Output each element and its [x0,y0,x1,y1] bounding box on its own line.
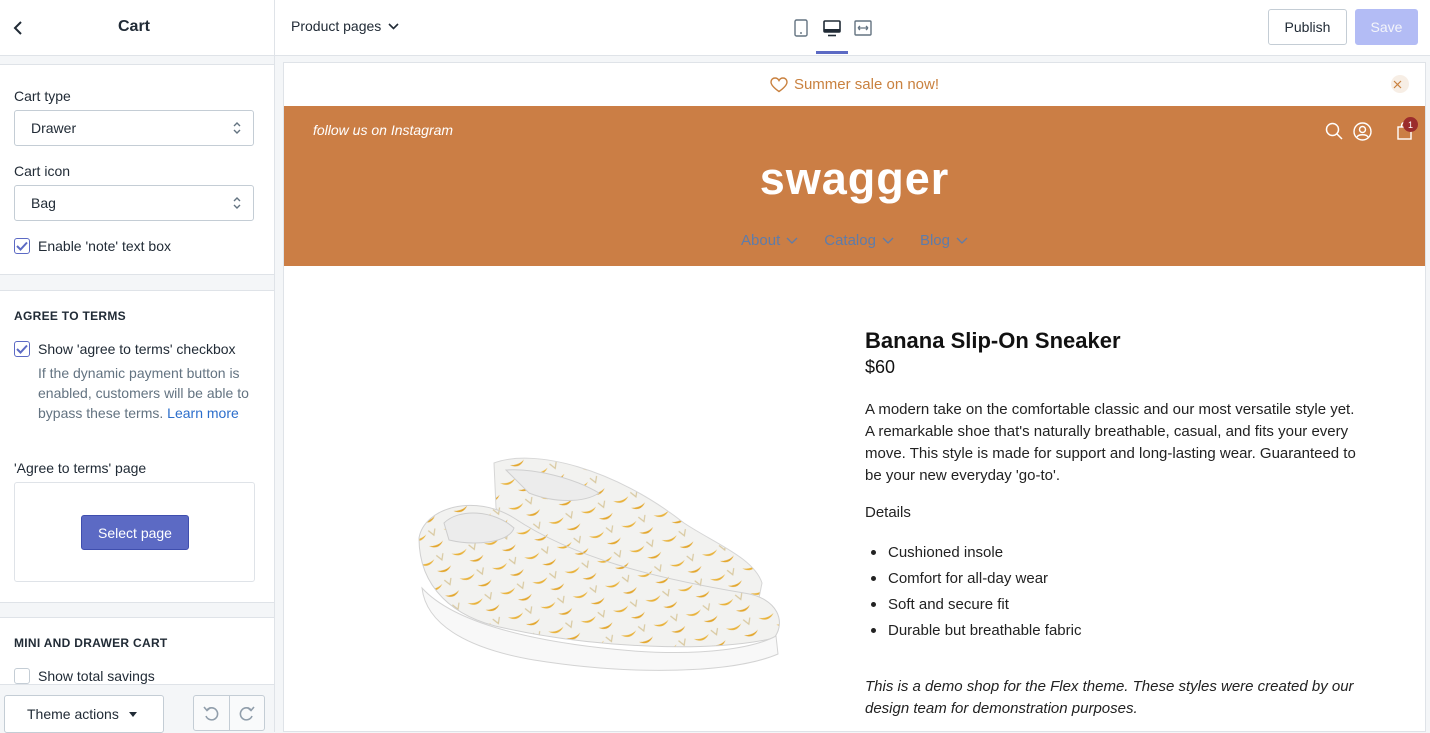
agree-terms-checkbox[interactable]: Show 'agree to terms' checkbox [14,339,236,359]
cart-icon-select[interactable]: Bag [14,185,254,221]
cart-icon-value: Bag [31,195,56,211]
caret-down-icon [128,711,137,717]
announcement-text: Summer sale on now! [793,76,940,93]
desktop-view-button[interactable] [819,16,845,40]
chevron-down-icon [882,237,894,244]
checkbox-box[interactable] [14,238,30,254]
instagram-link[interactable]: follow us on Instagram [313,122,453,138]
undo-redo-group [193,695,265,731]
select-arrows-icon [233,122,241,134]
agree-terms-help-text: If the dynamic payment button is enabled… [38,363,258,423]
store-logo[interactable]: swagger [284,153,1425,205]
account-button[interactable] [1352,121,1372,141]
agree-terms-checkbox-label: Show 'agree to terms' checkbox [38,341,236,357]
page-selector-label: Product pages [291,18,382,34]
select-page-button[interactable]: Select page [81,515,189,550]
heart-icon [770,76,788,92]
product-price: $60 [865,357,896,377]
cart-icon-label: Cart icon [14,163,71,179]
close-icon [1393,80,1401,88]
nav-item-blog[interactable]: Blog [920,232,968,249]
chevron-down-icon [956,237,968,244]
product-details-heading: Details [865,504,911,521]
theme-editor-sidebar: Cart Cart type Drawer Cart icon Bag Enab… [0,0,275,733]
agree-terms-card: AGREE TO TERMS Show 'agree to terms' che… [0,290,274,603]
product-title: Banana Slip-On Sneaker [865,328,1121,353]
storefront-preview[interactable]: Summer sale on now! follow us on Instagr… [283,62,1426,732]
demo-note: This is a demo shop for the Flex theme. … [865,678,1354,717]
cart-type-value: Drawer [31,120,77,136]
checkmark-icon [16,241,28,251]
nav-item-catalog[interactable]: Catalog [824,232,894,249]
search-button[interactable] [1324,121,1344,141]
nav-label: Blog [919,232,950,249]
sidebar-header: Cart [0,0,274,56]
redo-button[interactable] [228,696,265,730]
cart-type-select[interactable]: Drawer [14,110,254,146]
announcement-bar[interactable]: Summer sale on now! [284,63,1425,106]
undo-button[interactable] [194,696,229,730]
chevron-down-icon [388,22,399,30]
page-picker: Select page [14,482,255,582]
theme-actions-button[interactable]: Theme actions [4,695,164,733]
main-nav: About Catalog Blog [284,232,1425,249]
learn-more-link[interactable]: Learn more [167,405,239,421]
sidebar-footer: Theme actions [0,684,274,733]
sidebar-scroll-area[interactable]: Cart type Drawer Cart icon Bag Enable 'n… [0,56,274,684]
show-savings-label: Show total savings [38,668,155,684]
cart-count-badge: 1 [1403,117,1418,132]
chevron-down-icon [786,237,798,244]
list-item: Comfort for all-day wear [865,565,1081,591]
checkbox-box[interactable] [14,668,30,684]
cart-type-label: Cart type [14,88,71,104]
search-icon [1325,122,1343,140]
product-description: A modern take on the comfortable classic… [865,401,1356,484]
select-arrows-icon [233,197,241,209]
active-view-indicator [816,51,848,54]
agree-terms-heading: AGREE TO TERMS [14,309,126,323]
nav-item-about[interactable]: About [741,232,798,249]
list-item: Durable but breathable fabric [865,617,1081,643]
enable-note-checkbox[interactable]: Enable 'note' text box [14,236,171,256]
nav-label: Catalog [824,232,876,249]
page-selector[interactable]: Product pages [291,18,399,34]
user-icon [1352,121,1372,141]
product-details-list: Cushioned insole Comfort for all-day wea… [865,539,1081,643]
list-item: Cushioned insole [865,539,1081,565]
agree-terms-page-label: 'Agree to terms' page [14,460,147,476]
checkmark-icon [16,344,28,354]
mobile-view-button[interactable] [788,16,814,40]
show-savings-checkbox[interactable]: Show total savings [14,666,155,684]
enable-note-label: Enable 'note' text box [38,238,171,254]
editor-topbar: Product pages Publish Save [275,0,1430,56]
undo-icon [203,706,219,721]
desktop-icon [823,19,841,36]
publish-button[interactable]: Publish [1268,9,1347,45]
cart-settings-card: Cart type Drawer Cart icon Bag Enable 'n… [0,64,274,275]
fullscreen-icon [854,20,872,36]
mobile-icon [794,19,808,37]
fullwidth-view-button[interactable] [850,16,876,40]
mini-cart-card: MINI AND DRAWER CART Show total savings [0,617,274,684]
list-item: Soft and secure fit [865,591,1081,617]
save-button[interactable]: Save [1355,9,1418,45]
mini-cart-heading: MINI AND DRAWER CART [14,636,168,650]
product-image[interactable] [414,448,794,688]
checkbox-box[interactable] [14,341,30,357]
announcement-close-button[interactable] [1391,75,1409,93]
store-header: follow us on Instagram 1 swagger About C… [284,106,1425,266]
theme-actions-label: Theme actions [27,706,119,722]
nav-label: About [741,232,781,249]
sidebar-title: Cart [117,18,150,35]
redo-icon [239,706,255,721]
